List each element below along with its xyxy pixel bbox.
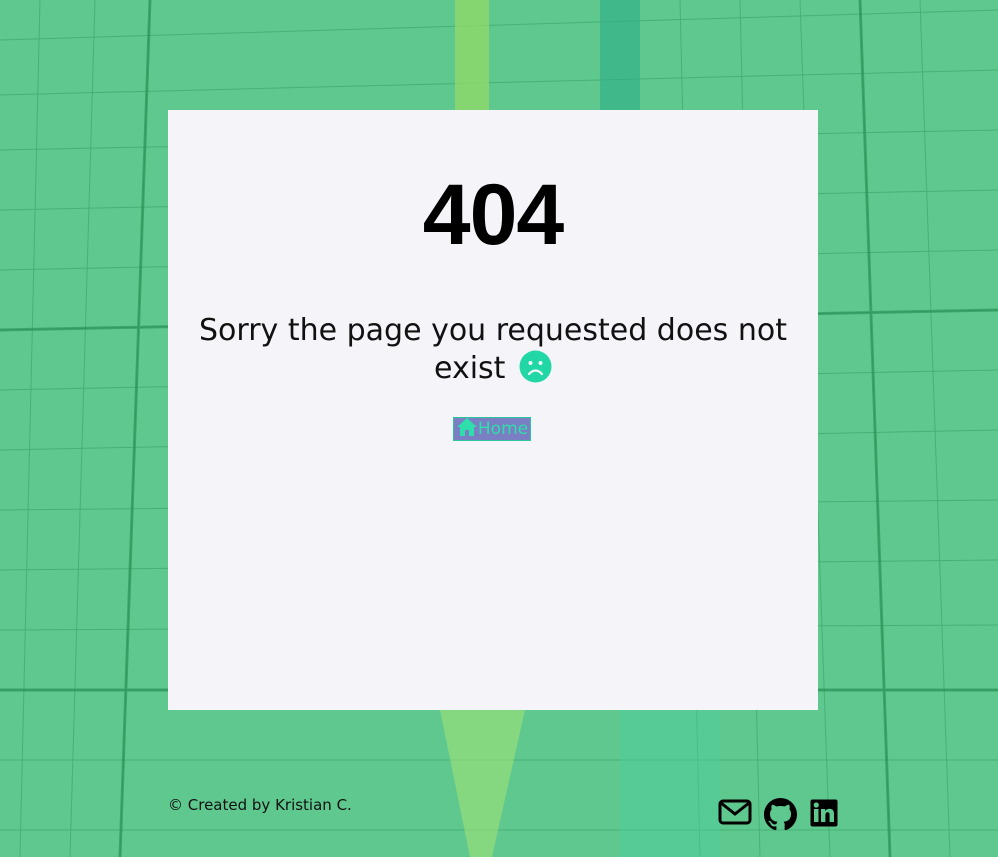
error-message: Sorry the page you requested does not ex… [188,312,798,393]
github-icon [764,798,797,835]
home-icon [456,417,478,441]
error-card: 404 Sorry the page you requested does no… [168,110,818,710]
footer-credit: © Created by Kristian C. [168,796,352,814]
envelope-icon [718,799,752,830]
github-link[interactable] [764,798,797,835]
error-message-text: Sorry the page you requested does not ex… [199,313,787,386]
home-link[interactable]: Home [453,417,531,441]
linkedin-link[interactable] [809,798,839,832]
home-link-label: Home [477,419,529,439]
email-link[interactable] [718,798,752,830]
linkedin-icon [809,799,839,832]
sad-face-icon [519,350,552,393]
error-code: 404 [422,167,565,263]
